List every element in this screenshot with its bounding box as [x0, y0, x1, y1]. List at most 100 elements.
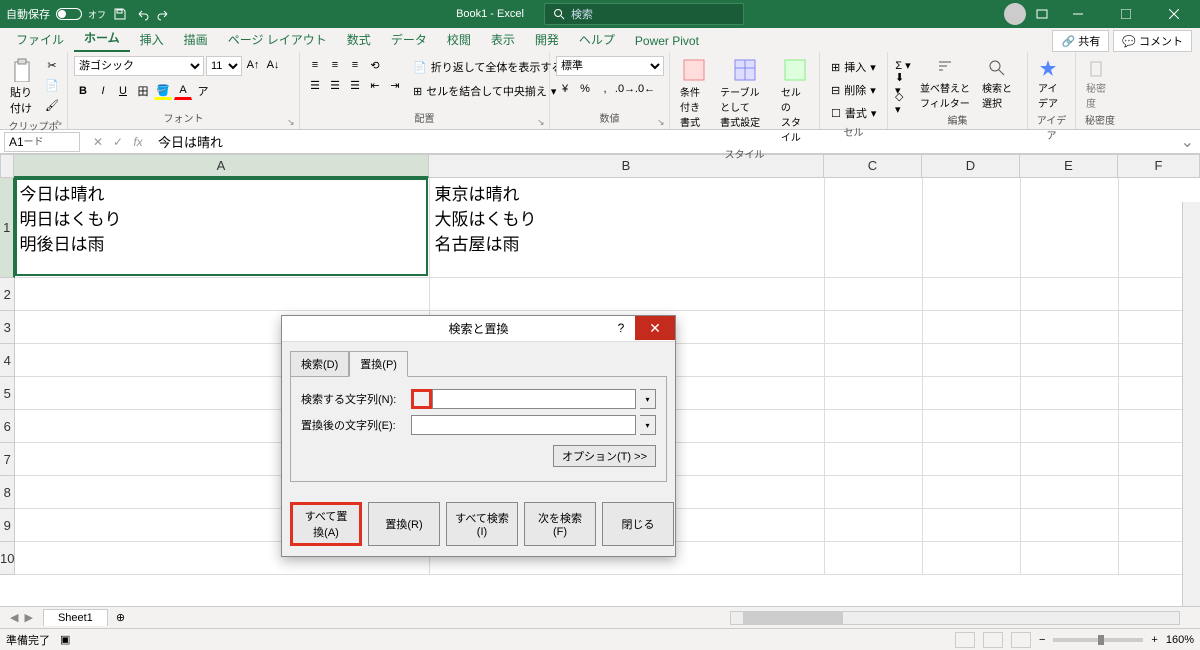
indent-inc-icon[interactable]: ⇥	[386, 76, 404, 94]
cell[interactable]	[923, 344, 1021, 377]
cell[interactable]	[1021, 410, 1119, 443]
sheet-nav-next-icon[interactable]: ▶	[24, 611, 32, 624]
replace-history-dropdown[interactable]: ▾	[640, 415, 656, 435]
align-top-icon[interactable]: ≡	[306, 56, 324, 74]
find-select-button[interactable]: 検索と 選択	[978, 56, 1016, 112]
comment-button[interactable]: 💬 コメント	[1113, 30, 1192, 52]
dialog-titlebar[interactable]: 検索と置換 ? ✕	[282, 316, 675, 342]
cell[interactable]	[1021, 509, 1119, 542]
row-header-6[interactable]: 6	[0, 410, 15, 443]
increase-decimal-icon[interactable]: .0→	[616, 80, 634, 98]
cell[interactable]	[825, 509, 923, 542]
conditional-format-button[interactable]: 条件付き 書式	[676, 56, 712, 131]
increase-font-icon[interactable]: A↑	[244, 56, 262, 74]
row-header-3[interactable]: 3	[0, 311, 15, 344]
row-header-7[interactable]: 7	[0, 443, 15, 476]
align-center-icon[interactable]: ☰	[326, 76, 344, 94]
col-header-D[interactable]: D	[922, 154, 1020, 178]
cell[interactable]	[430, 278, 825, 311]
sensitivity-button[interactable]: 秘密 度	[1082, 56, 1110, 112]
cell[interactable]: 東京は晴れ 大阪はくもり 名古屋は雨	[430, 178, 825, 278]
cell[interactable]	[1021, 278, 1119, 311]
replace-button[interactable]: 置換(R)	[368, 502, 440, 546]
font-launcher[interactable]: ↘	[287, 117, 297, 127]
tab-draw[interactable]: 描画	[174, 27, 218, 52]
cell[interactable]	[1021, 542, 1119, 575]
replace-all-button[interactable]: すべて置換(A)	[290, 502, 362, 546]
row-header-4[interactable]: 4	[0, 344, 15, 377]
ribbon-display-icon[interactable]	[1034, 6, 1050, 22]
cell[interactable]	[923, 476, 1021, 509]
page-break-view-icon[interactable]	[1011, 632, 1031, 648]
format-cells-button[interactable]: ☐ 書式 ▾	[826, 102, 881, 124]
cell[interactable]	[923, 278, 1021, 311]
row-header-1[interactable]: 1	[0, 178, 15, 278]
vertical-scrollbar[interactable]	[1182, 202, 1200, 606]
find-all-button[interactable]: すべて検索(I)	[446, 502, 518, 546]
cell[interactable]	[15, 278, 430, 311]
tab-review[interactable]: 校閲	[437, 27, 481, 52]
cut-icon[interactable]: ✂	[43, 56, 61, 74]
decrease-decimal-icon[interactable]: .0←	[636, 80, 654, 98]
cell[interactable]	[1021, 377, 1119, 410]
search-box[interactable]: 検索	[544, 3, 744, 25]
sort-filter-button[interactable]: 並べ替えと フィルター	[916, 56, 974, 112]
enter-formula-icon[interactable]: ✓	[110, 135, 126, 149]
col-header-F[interactable]: F	[1118, 154, 1200, 178]
indent-dec-icon[interactable]: ⇤	[366, 76, 384, 94]
phonetic-icon[interactable]: ア	[194, 82, 212, 100]
close-dialog-button[interactable]: 閉じる	[602, 502, 674, 546]
zoom-slider[interactable]	[1053, 638, 1143, 642]
formula-input[interactable]	[152, 132, 1175, 152]
options-button[interactable]: オプション(T) >>	[553, 445, 656, 467]
tab-help[interactable]: ヘルプ	[569, 27, 625, 52]
cell[interactable]	[923, 542, 1021, 575]
decrease-font-icon[interactable]: A↓	[264, 56, 282, 74]
horizontal-scrollbar[interactable]	[730, 611, 1180, 625]
add-sheet-button[interactable]: ⊕	[108, 611, 133, 624]
cell[interactable]	[825, 476, 923, 509]
zoom-in-icon[interactable]: +	[1151, 634, 1157, 646]
wrap-text-button[interactable]: 📄 折り返して全体を表示する	[408, 56, 567, 78]
alignment-launcher[interactable]: ↘	[537, 117, 547, 127]
dialog-tab-find[interactable]: 検索(D)	[290, 351, 349, 377]
clipboard-launcher[interactable]: ↘	[55, 117, 65, 127]
cell[interactable]	[923, 178, 1021, 278]
percent-icon[interactable]: %	[576, 80, 594, 98]
cell[interactable]	[825, 410, 923, 443]
fill-color-icon[interactable]: 🪣	[154, 82, 172, 100]
autosave-toggle[interactable]	[56, 8, 82, 20]
cell[interactable]	[825, 443, 923, 476]
cell[interactable]	[1021, 311, 1119, 344]
col-header-A[interactable]: A	[14, 154, 429, 178]
tab-developer[interactable]: 開発	[525, 27, 569, 52]
cell[interactable]	[825, 278, 923, 311]
merge-center-button[interactable]: ⊞ セルを結合して中央揃え ▾	[408, 80, 567, 102]
format-painter-icon[interactable]: 🖌	[43, 96, 61, 114]
col-header-E[interactable]: E	[1020, 154, 1118, 178]
cell[interactable]	[1021, 178, 1119, 278]
maximize-button[interactable]	[1106, 0, 1146, 28]
align-right-icon[interactable]: ☰	[346, 76, 364, 94]
dialog-tab-replace[interactable]: 置換(P)	[349, 351, 408, 377]
font-name-select[interactable]: 游ゴシック	[74, 56, 204, 76]
fx-icon[interactable]: fx	[130, 135, 146, 149]
cell[interactable]	[923, 443, 1021, 476]
cell[interactable]	[825, 542, 923, 575]
row-header-2[interactable]: 2	[0, 278, 15, 311]
bold-button[interactable]: B	[74, 82, 92, 100]
border-icon[interactable]: 田	[134, 82, 152, 100]
col-header-C[interactable]: C	[824, 154, 922, 178]
cell[interactable]	[825, 311, 923, 344]
cell[interactable]	[923, 311, 1021, 344]
number-format-select[interactable]: 標準	[556, 56, 664, 76]
macro-record-icon[interactable]: ▣	[60, 633, 70, 646]
replace-with-input[interactable]	[411, 415, 636, 435]
tab-formulas[interactable]: 数式	[337, 27, 381, 52]
number-launcher[interactable]: ↘	[657, 117, 667, 127]
undo-icon[interactable]	[134, 6, 150, 22]
italic-button[interactable]: I	[94, 82, 112, 100]
row-header-9[interactable]: 9	[0, 509, 15, 542]
find-what-input[interactable]	[432, 389, 636, 409]
close-button[interactable]	[1154, 0, 1194, 28]
